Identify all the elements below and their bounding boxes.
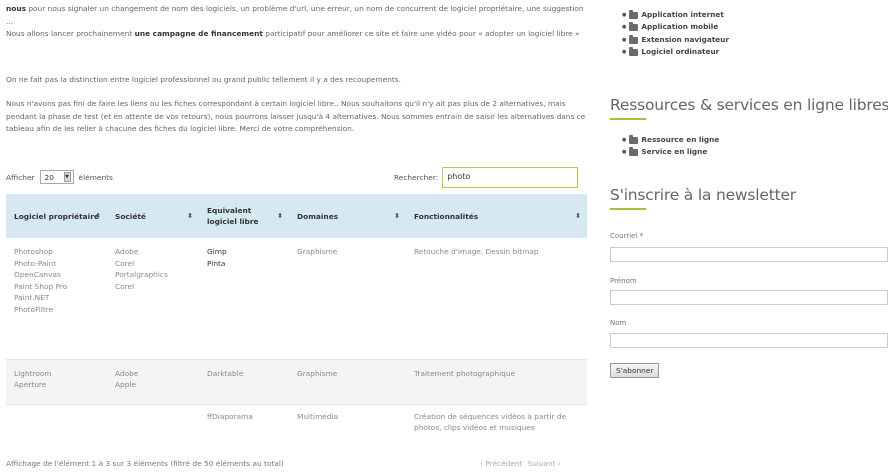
folder-icon (629, 22, 639, 32)
table-header-row: Logiciel propriétaire ⬍ Société ⬍ Equivale… (6, 194, 587, 238)
column-header-label: Fonctionnalités (414, 211, 479, 221)
cell-free-equivalent[interactable]: Darktable (199, 358, 289, 404)
resources-list: ● Ressource en ligne ● Service en ligne (622, 134, 719, 159)
column-header-label: Société (115, 211, 146, 221)
column-header-features[interactable]: Fonctionnalités ⬍ (406, 194, 587, 238)
table-row: ffDiaporama Multimédia Création de séque… (6, 403, 587, 454)
bullet-icon: ● (622, 49, 627, 56)
cell-domain: Graphisme (297, 247, 338, 256)
page-length-control: Afficher 20 ▼ éléments (6, 170, 113, 184)
cell-company: Adobe Corel Portalgraphics Corel (115, 247, 168, 291)
first-name-field[interactable] (610, 290, 888, 305)
folder-icon (629, 9, 639, 19)
subscribe-button[interactable]: S'abonner (610, 363, 660, 378)
sort-icon[interactable]: ⬍ (95, 211, 101, 222)
category-label: Application mobile (641, 22, 719, 32)
alternatives-table: Logiciel propriétaire ⬍ Société ⬍ Equivale… (6, 194, 587, 454)
cell-company: Adobe Apple (107, 358, 199, 404)
pagination: ‹ Précédent Suivant › (480, 459, 561, 468)
cell-proprietary (6, 403, 107, 454)
bullet-icon: ● (622, 149, 627, 156)
heading-underline (610, 118, 646, 120)
first-name-label: Prénom (610, 277, 637, 285)
page-length-value: 20 (44, 172, 54, 182)
table-info: Affichage de l'élément 1 à 3 sur 3 éléme… (6, 459, 284, 468)
sort-icon[interactable]: ⬍ (187, 211, 193, 222)
bullet-icon: ● (622, 36, 627, 43)
table-row: Photoshop Photo-Paint OpenCanvas Paint Shop… (6, 238, 587, 359)
category-item-internet[interactable]: ● Application internet (622, 9, 729, 21)
resource-item-online-service[interactable]: ● Service en ligne (622, 146, 719, 158)
folder-icon (629, 147, 639, 157)
category-item-mobile[interactable]: ● Application mobile (622, 21, 729, 33)
email-label: Courriel * (610, 232, 643, 240)
last-name-field[interactable] (610, 333, 888, 348)
resource-item-online-resource[interactable]: ● Ressource en ligne (622, 134, 719, 146)
search-input[interactable]: photo (442, 166, 579, 188)
table-search: Rechercher: photo (394, 166, 579, 188)
cell-domain: Multimédia (289, 403, 406, 454)
column-header-proprietary[interactable]: Logiciel propriétaire ⬍ (6, 194, 107, 238)
next-button[interactable]: Suivant › (528, 459, 561, 468)
campaign-link[interactable]: une campagne de financement (135, 29, 263, 38)
intro-link-nous[interactable]: nous (6, 4, 26, 13)
category-list: ● Application internet ● Application mobil… (622, 9, 729, 59)
bullet-icon: ● (622, 12, 627, 18)
sort-icon[interactable]: ⬍ (394, 211, 400, 222)
resources-heading: Ressources & services en ligne libres (610, 96, 888, 114)
page-length-select[interactable]: 20 ▼ (39, 170, 74, 184)
table-row: Lightroom Aperture Adobe Apple Darktable G… (6, 358, 587, 404)
cell-domain: Graphisme (289, 358, 406, 404)
search-label: Rechercher: (394, 172, 439, 182)
dropdown-arrow-icon[interactable]: ▼ (63, 172, 71, 182)
intro-text-2a: Nous allons lancer prochainement (6, 29, 135, 39)
cell-features: Création de séquences vidéos à partir de… (406, 403, 587, 454)
folder-icon (629, 134, 639, 144)
intro-paragraph-2: On ne fait pas la distinction entre logi… (6, 75, 401, 84)
required-mark: * (639, 232, 644, 240)
column-header-label: Domaines (297, 211, 339, 221)
intro-text-1: pour nous signaler un changement de nom … (6, 4, 584, 26)
folder-icon (629, 46, 639, 56)
category-item-browser-extension[interactable]: ● Extension navigateur (622, 34, 729, 46)
email-label-text: Courriel (610, 232, 638, 240)
cell-company (107, 403, 199, 454)
bullet-icon: ● (622, 24, 627, 31)
resource-label: Service en ligne (641, 147, 708, 157)
email-field[interactable] (610, 247, 888, 262)
cell-free-equivalent[interactable]: Gimp Pinta (199, 238, 289, 359)
cell-free-equivalent[interactable]: ffDiaporama (199, 403, 289, 454)
cell-features: Traitement photographique (406, 358, 587, 404)
heading-underline (610, 208, 646, 210)
sort-icon[interactable]: ⬍ (575, 211, 581, 222)
column-header-label: Equivalent logiciel libre (207, 206, 259, 226)
column-header-company[interactable]: Société ⬍ (107, 194, 199, 238)
sidebar: ● Application internet ● Application mobil… (608, 0, 888, 472)
column-header-domains[interactable]: Domaines ⬍ (289, 194, 406, 238)
folder-icon (629, 34, 639, 44)
show-label: Afficher (6, 172, 35, 182)
entries-label: éléments (78, 172, 113, 182)
newsletter-heading: S'inscrire à la newsletter (610, 186, 796, 204)
last-name-label: Nom (610, 319, 627, 327)
resource-label: Ressource en ligne (641, 135, 720, 144)
category-label: Application internet (641, 10, 724, 19)
category-label: Extension navigateur (641, 34, 730, 44)
bullet-icon: ● (622, 137, 627, 143)
cell-proprietary: Photoshop Photo-Paint OpenCanvas Paint Shop… (14, 247, 68, 314)
column-header-free-equivalent[interactable]: Equivalent logiciel libre ⬍ (199, 194, 289, 238)
intro-text-2b: participatif pour améliorer ce site et f… (262, 29, 580, 39)
intro-paragraph-1: nous pour nous signaler un changement de… (6, 3, 586, 41)
previous-button[interactable]: ‹ Précédent (480, 459, 523, 468)
category-item-desktop[interactable]: ● Logiciel ordinateur (622, 46, 729, 58)
cell-features: Retouche d'image, Dessin bitmap (414, 247, 539, 256)
cell-proprietary: Lightroom Aperture (6, 358, 107, 404)
sort-icon[interactable]: ⬍ (277, 211, 283, 222)
category-label: Logiciel ordinateur (641, 47, 720, 57)
column-header-label: Logiciel propriétaire (14, 211, 99, 221)
intro-paragraph-3: Nous n'avons pas fini de faire les liens… (6, 99, 586, 134)
main-content: nous pour nous signaler un changement de… (0, 0, 596, 472)
